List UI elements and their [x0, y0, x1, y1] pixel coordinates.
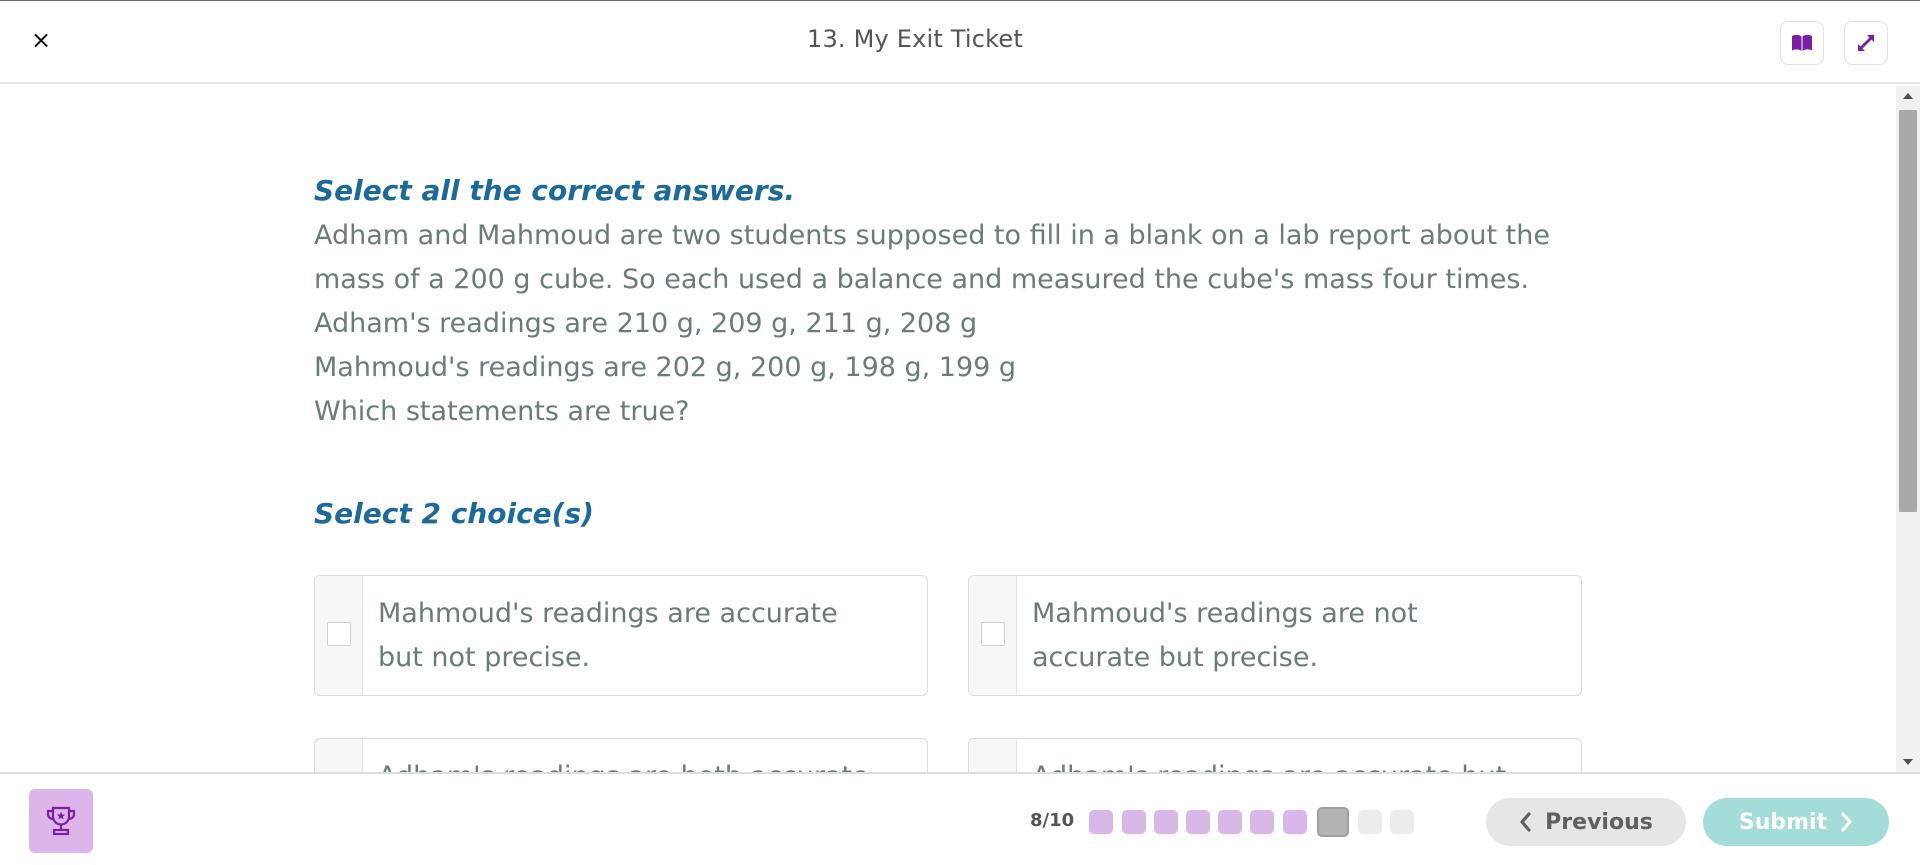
checkbox-column	[315, 739, 363, 772]
question-text: Adham and Mahmoud are two students suppo…	[314, 214, 1594, 434]
progress-counter: 8/10	[1030, 810, 1075, 831]
question-dot-10[interactable]	[1390, 810, 1414, 834]
question-dot-6[interactable]	[1250, 810, 1274, 834]
top-bar: × 13. My Exit Ticket	[0, 0, 1920, 84]
choice-text: Adham's readings are both accurate	[378, 755, 878, 772]
question-area: Select all the correct answers. Adham an…	[0, 86, 1896, 772]
scroll-up-button[interactable]	[1896, 86, 1920, 106]
question-instruction: Select all the correct answers.	[314, 174, 796, 207]
answer-choice-3[interactable]: Adham's readings are both accurate	[314, 738, 928, 772]
question-dot-9[interactable]	[1358, 810, 1382, 834]
book-icon	[1792, 34, 1812, 51]
page-title: 13. My Exit Ticket	[806, 25, 1023, 53]
checkbox[interactable]	[327, 622, 351, 646]
question-line: Which statements are true?	[314, 396, 690, 427]
previous-label: Previous	[1545, 809, 1653, 835]
question-dot-3[interactable]	[1154, 810, 1178, 834]
checkbox-column	[969, 576, 1017, 695]
triangle-down-icon	[1903, 759, 1913, 765]
triangle-up-icon	[1903, 93, 1913, 99]
achievements-button[interactable]	[29, 789, 93, 853]
choice-text: Adham's readings are accurate but not	[1032, 755, 1532, 772]
reading-button[interactable]	[1780, 21, 1824, 65]
scrollbar-thumb[interactable]	[1899, 110, 1917, 512]
question-dot-7[interactable]	[1283, 810, 1307, 834]
bottom-bar: 8/10 Previous Submit	[0, 772, 1920, 865]
fullscreen-button[interactable]	[1844, 21, 1888, 65]
checkbox-column	[969, 739, 1017, 772]
answer-choice-1[interactable]: Mahmoud's readings are accurate but not …	[314, 575, 928, 696]
chevron-left-icon	[1520, 812, 1531, 832]
previous-button[interactable]: Previous	[1486, 798, 1686, 846]
question-dot-5[interactable]	[1218, 810, 1242, 834]
select-count-label: Select 2 choice(s)	[314, 497, 594, 530]
question-dot-1[interactable]	[1089, 810, 1113, 834]
scroll-down-button[interactable]	[1896, 752, 1920, 772]
submit-label: Submit	[1738, 809, 1828, 835]
question-dot-8[interactable]	[1317, 807, 1349, 837]
submit-button[interactable]: Submit	[1703, 798, 1889, 846]
choice-text: Mahmoud's readings are not accurate but …	[1032, 598, 1418, 673]
question-dot-4[interactable]	[1186, 810, 1210, 834]
question-dot-2[interactable]	[1122, 810, 1146, 834]
choice-text: Mahmoud's readings are accurate but not …	[378, 598, 838, 673]
question-line: Adham's readings are 210 g, 209 g, 211 g…	[314, 308, 978, 339]
chevron-right-icon	[1841, 812, 1852, 832]
checkbox[interactable]	[981, 622, 1005, 646]
expand-icon	[1858, 35, 1874, 51]
question-line: Adham and Mahmoud are two students suppo…	[314, 220, 1550, 295]
answer-choice-4[interactable]: Adham's readings are accurate but not	[968, 738, 1582, 772]
answer-choice-2[interactable]: Mahmoud's readings are not accurate but …	[968, 575, 1582, 696]
vertical-scrollbar[interactable]	[1896, 86, 1920, 772]
trophy-icon	[46, 806, 76, 836]
checkbox-column	[315, 576, 363, 695]
question-line: Mahmoud's readings are 202 g, 200 g, 198…	[314, 352, 1017, 383]
